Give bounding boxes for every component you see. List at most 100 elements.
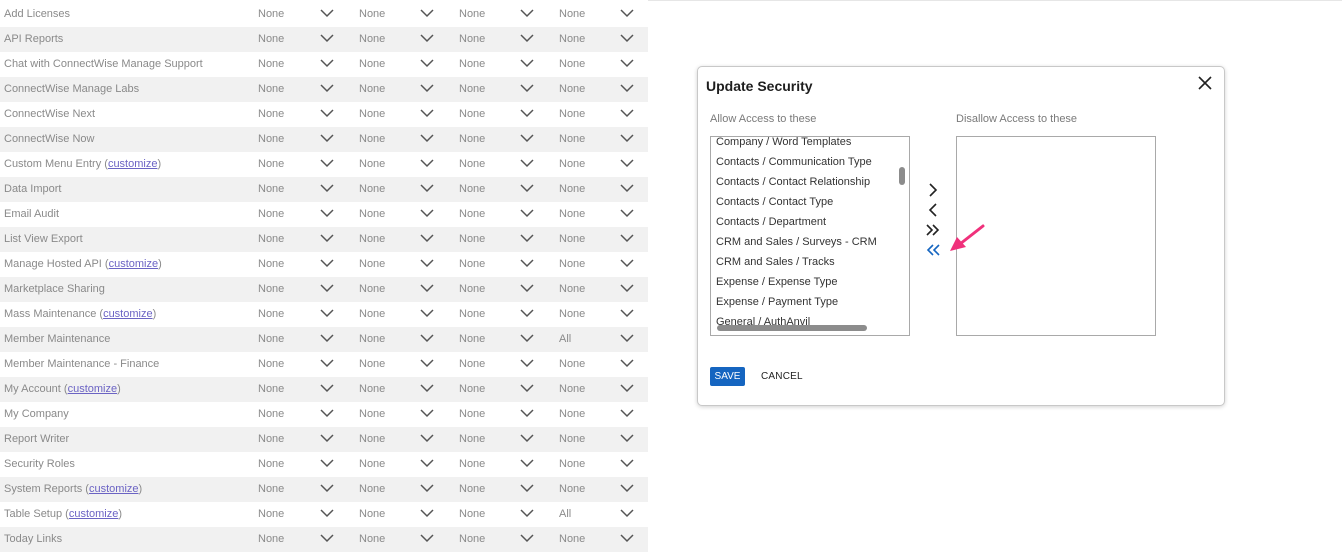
close-icon[interactable] [1197,75,1213,91]
chevron-down-icon[interactable] [620,308,634,318]
chevron-down-icon[interactable] [620,458,634,468]
permission-select[interactable]: None [459,27,536,52]
permission-select[interactable]: None [359,177,436,202]
move-all-right-icon[interactable] [925,222,941,238]
chevron-down-icon[interactable] [620,258,634,268]
vertical-scrollbar[interactable] [899,167,905,185]
permission-select[interactable]: None [359,452,436,477]
move-all-left-icon[interactable] [925,242,941,258]
chevron-down-icon[interactable] [620,183,634,193]
permission-select[interactable]: None [559,527,636,552]
permission-select[interactable]: All [559,502,636,527]
permission-select[interactable]: None [459,252,536,277]
permission-select[interactable]: None [459,502,536,527]
chevron-down-icon[interactable] [620,83,634,93]
permission-select[interactable]: None [258,152,336,177]
permission-select[interactable]: None [258,427,336,452]
permission-select[interactable]: None [258,302,336,327]
permission-select[interactable]: None [359,327,436,352]
chevron-down-icon[interactable] [420,258,434,268]
chevron-down-icon[interactable] [520,408,534,418]
permission-select[interactable]: None [559,252,636,277]
permission-select[interactable]: None [359,52,436,77]
chevron-down-icon[interactable] [320,308,334,318]
permission-select[interactable]: None [258,477,336,502]
chevron-down-icon[interactable] [520,383,534,393]
list-item[interactable]: Contacts / Department [716,216,826,228]
chevron-down-icon[interactable] [620,533,634,543]
permission-select[interactable]: None [258,352,336,377]
permission-select[interactable]: None [559,477,636,502]
permission-select[interactable]: None [359,252,436,277]
move-left-icon[interactable] [925,202,941,218]
permission-select[interactable]: All [559,327,636,352]
permission-select[interactable]: None [459,102,536,127]
permission-select[interactable]: None [459,277,536,302]
permission-select[interactable]: None [559,352,636,377]
permission-select[interactable]: None [258,2,336,27]
chevron-down-icon[interactable] [520,108,534,118]
move-right-icon[interactable] [925,182,941,198]
customize-link[interactable]: customize [89,483,139,495]
chevron-down-icon[interactable] [520,258,534,268]
permission-select[interactable]: None [559,227,636,252]
chevron-down-icon[interactable] [520,208,534,218]
chevron-down-icon[interactable] [420,458,434,468]
list-item[interactable]: CRM and Sales / Tracks [716,256,835,268]
chevron-down-icon[interactable] [620,333,634,343]
chevron-down-icon[interactable] [520,133,534,143]
permission-select[interactable]: None [459,227,536,252]
chevron-down-icon[interactable] [320,283,334,293]
permission-select[interactable]: None [459,152,536,177]
chevron-down-icon[interactable] [520,233,534,243]
permission-select[interactable]: None [258,402,336,427]
chevron-down-icon[interactable] [420,483,434,493]
chevron-down-icon[interactable] [320,408,334,418]
permission-select[interactable]: None [459,327,536,352]
chevron-down-icon[interactable] [320,508,334,518]
permission-select[interactable]: None [258,452,336,477]
permission-select[interactable]: None [359,77,436,102]
chevron-down-icon[interactable] [420,358,434,368]
permission-select[interactable]: None [559,452,636,477]
chevron-down-icon[interactable] [620,508,634,518]
chevron-down-icon[interactable] [320,233,334,243]
chevron-down-icon[interactable] [620,433,634,443]
list-item[interactable]: Expense / Expense Type [716,276,838,288]
permission-select[interactable]: None [258,277,336,302]
customize-link[interactable]: customize [103,308,153,320]
chevron-down-icon[interactable] [620,208,634,218]
permission-select[interactable]: None [359,277,436,302]
chevron-down-icon[interactable] [320,358,334,368]
permission-select[interactable]: None [258,327,336,352]
chevron-down-icon[interactable] [320,433,334,443]
save-button[interactable]: Save [710,367,745,386]
chevron-down-icon[interactable] [520,458,534,468]
chevron-down-icon[interactable] [420,58,434,68]
chevron-down-icon[interactable] [520,33,534,43]
permission-select[interactable]: None [258,527,336,552]
chevron-down-icon[interactable] [320,83,334,93]
permission-select[interactable]: None [459,202,536,227]
permission-select[interactable]: None [559,277,636,302]
permission-select[interactable]: None [459,2,536,27]
permission-select[interactable]: None [459,52,536,77]
list-item[interactable]: Contacts / Communication Type [716,156,872,168]
permission-select[interactable]: None [459,452,536,477]
chevron-down-icon[interactable] [420,8,434,18]
chevron-down-icon[interactable] [620,483,634,493]
permission-select[interactable]: None [559,402,636,427]
permission-select[interactable]: None [359,127,436,152]
permission-select[interactable]: None [559,152,636,177]
chevron-down-icon[interactable] [520,308,534,318]
permission-select[interactable]: None [559,127,636,152]
permission-select[interactable]: None [559,77,636,102]
chevron-down-icon[interactable] [520,58,534,68]
chevron-down-icon[interactable] [520,533,534,543]
permission-select[interactable]: None [559,177,636,202]
list-item[interactable]: Contacts / Contact Type [716,196,833,208]
chevron-down-icon[interactable] [420,33,434,43]
chevron-down-icon[interactable] [520,358,534,368]
cancel-button[interactable]: Cancel [761,367,803,386]
permission-select[interactable]: None [459,127,536,152]
